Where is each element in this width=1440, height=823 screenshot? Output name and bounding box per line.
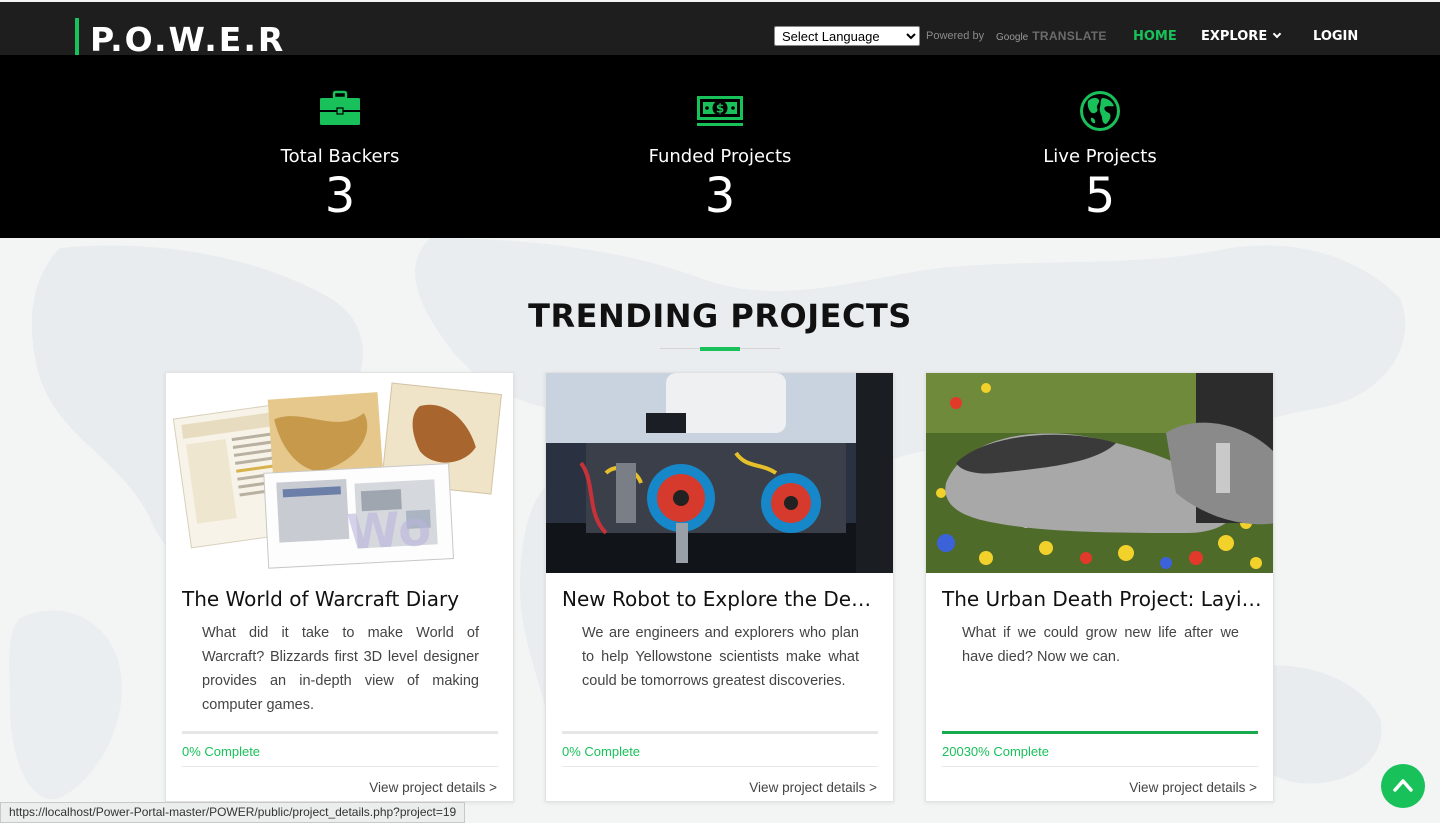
project-card[interactable]: Wo The World of Warcraft Diary What did … [165,372,514,802]
progress-track [562,731,878,734]
progress-label: 0% Complete [182,744,261,759]
project-image: Wo [166,373,513,573]
chevron-down-icon [1272,29,1282,39]
view-details-link[interactable]: View project details > [1129,780,1257,795]
divider [562,766,878,767]
google-translate-logo[interactable]: Google TRANSLATE [996,29,1107,43]
svg-text:$: $ [716,102,724,116]
project-title[interactable]: The World of Warcraft Diary [182,587,502,611]
view-details-link[interactable]: View project details > [749,780,877,795]
project-description: What did it take to make World of Warcra… [202,625,479,713]
svg-text:Wo: Wo [346,501,433,561]
chevron-up-icon [1393,779,1413,792]
top-navbar: P.O.W.E.R Select Language Powered by Goo… [0,2,1440,62]
language-select[interactable]: Select Language [774,26,920,46]
project-card[interactable]: The Urban Death Project: Laying the Grou… [925,372,1274,802]
nav-explore-link[interactable]: EXPLORE [1201,29,1282,44]
nav-login-link[interactable]: LOGIN [1313,29,1358,44]
progress-track [182,731,498,734]
divider [182,766,498,767]
project-title[interactable]: The Urban Death Project: Laying the Grou… [942,587,1262,611]
view-details-link[interactable]: View project details > [369,780,497,795]
nav-home-link[interactable]: HOME [1133,29,1177,44]
progress-fill [942,731,1258,734]
divider [942,766,1258,767]
title-underline-accent [700,347,740,351]
project-title[interactable]: New Robot to Explore the Deep Waters of … [562,587,882,611]
stat-label: Funded Projects [648,146,792,167]
stat-total-backers: Total Backers 3 [190,55,490,238]
project-description: What if we could grow new life after we … [962,625,1239,665]
stat-value: 5 [1084,168,1116,224]
stats-band: Total Backers 3 $ Funded Projects 3 Live… [0,55,1440,238]
project-card[interactable]: New Robot to Explore the Deep Waters of … [545,372,894,802]
briefcase-icon [320,90,360,125]
translate-wordmark: TRANSLATE [1032,29,1107,43]
project-image [926,373,1273,573]
money-icon: $ [697,96,743,126]
stat-value: 3 [704,168,736,224]
status-bar-url: https://localhost/Power-Portal-master/PO… [0,802,466,823]
back-to-top-button[interactable] [1381,764,1425,808]
stat-label: Total Backers [280,146,400,167]
stat-live-projects: Live Projects 5 [950,55,1250,238]
stat-funded-projects: $ Funded Projects 3 [570,55,870,238]
section-title: TRENDING PROJECTS [528,297,912,335]
progress-track [942,731,1258,734]
google-wordmark: Google [996,32,1029,43]
project-description: We are engineers and explorers who plan … [582,625,859,689]
stat-label: Live Projects [1043,146,1157,167]
globe-icon [1080,91,1120,131]
powered-by-text: Powered by [926,30,985,42]
stat-value: 3 [324,168,356,224]
project-image [546,373,893,573]
nav-explore-label: EXPLORE [1201,29,1268,44]
progress-label: 20030% Complete [942,744,1049,759]
progress-label: 0% Complete [562,744,641,759]
